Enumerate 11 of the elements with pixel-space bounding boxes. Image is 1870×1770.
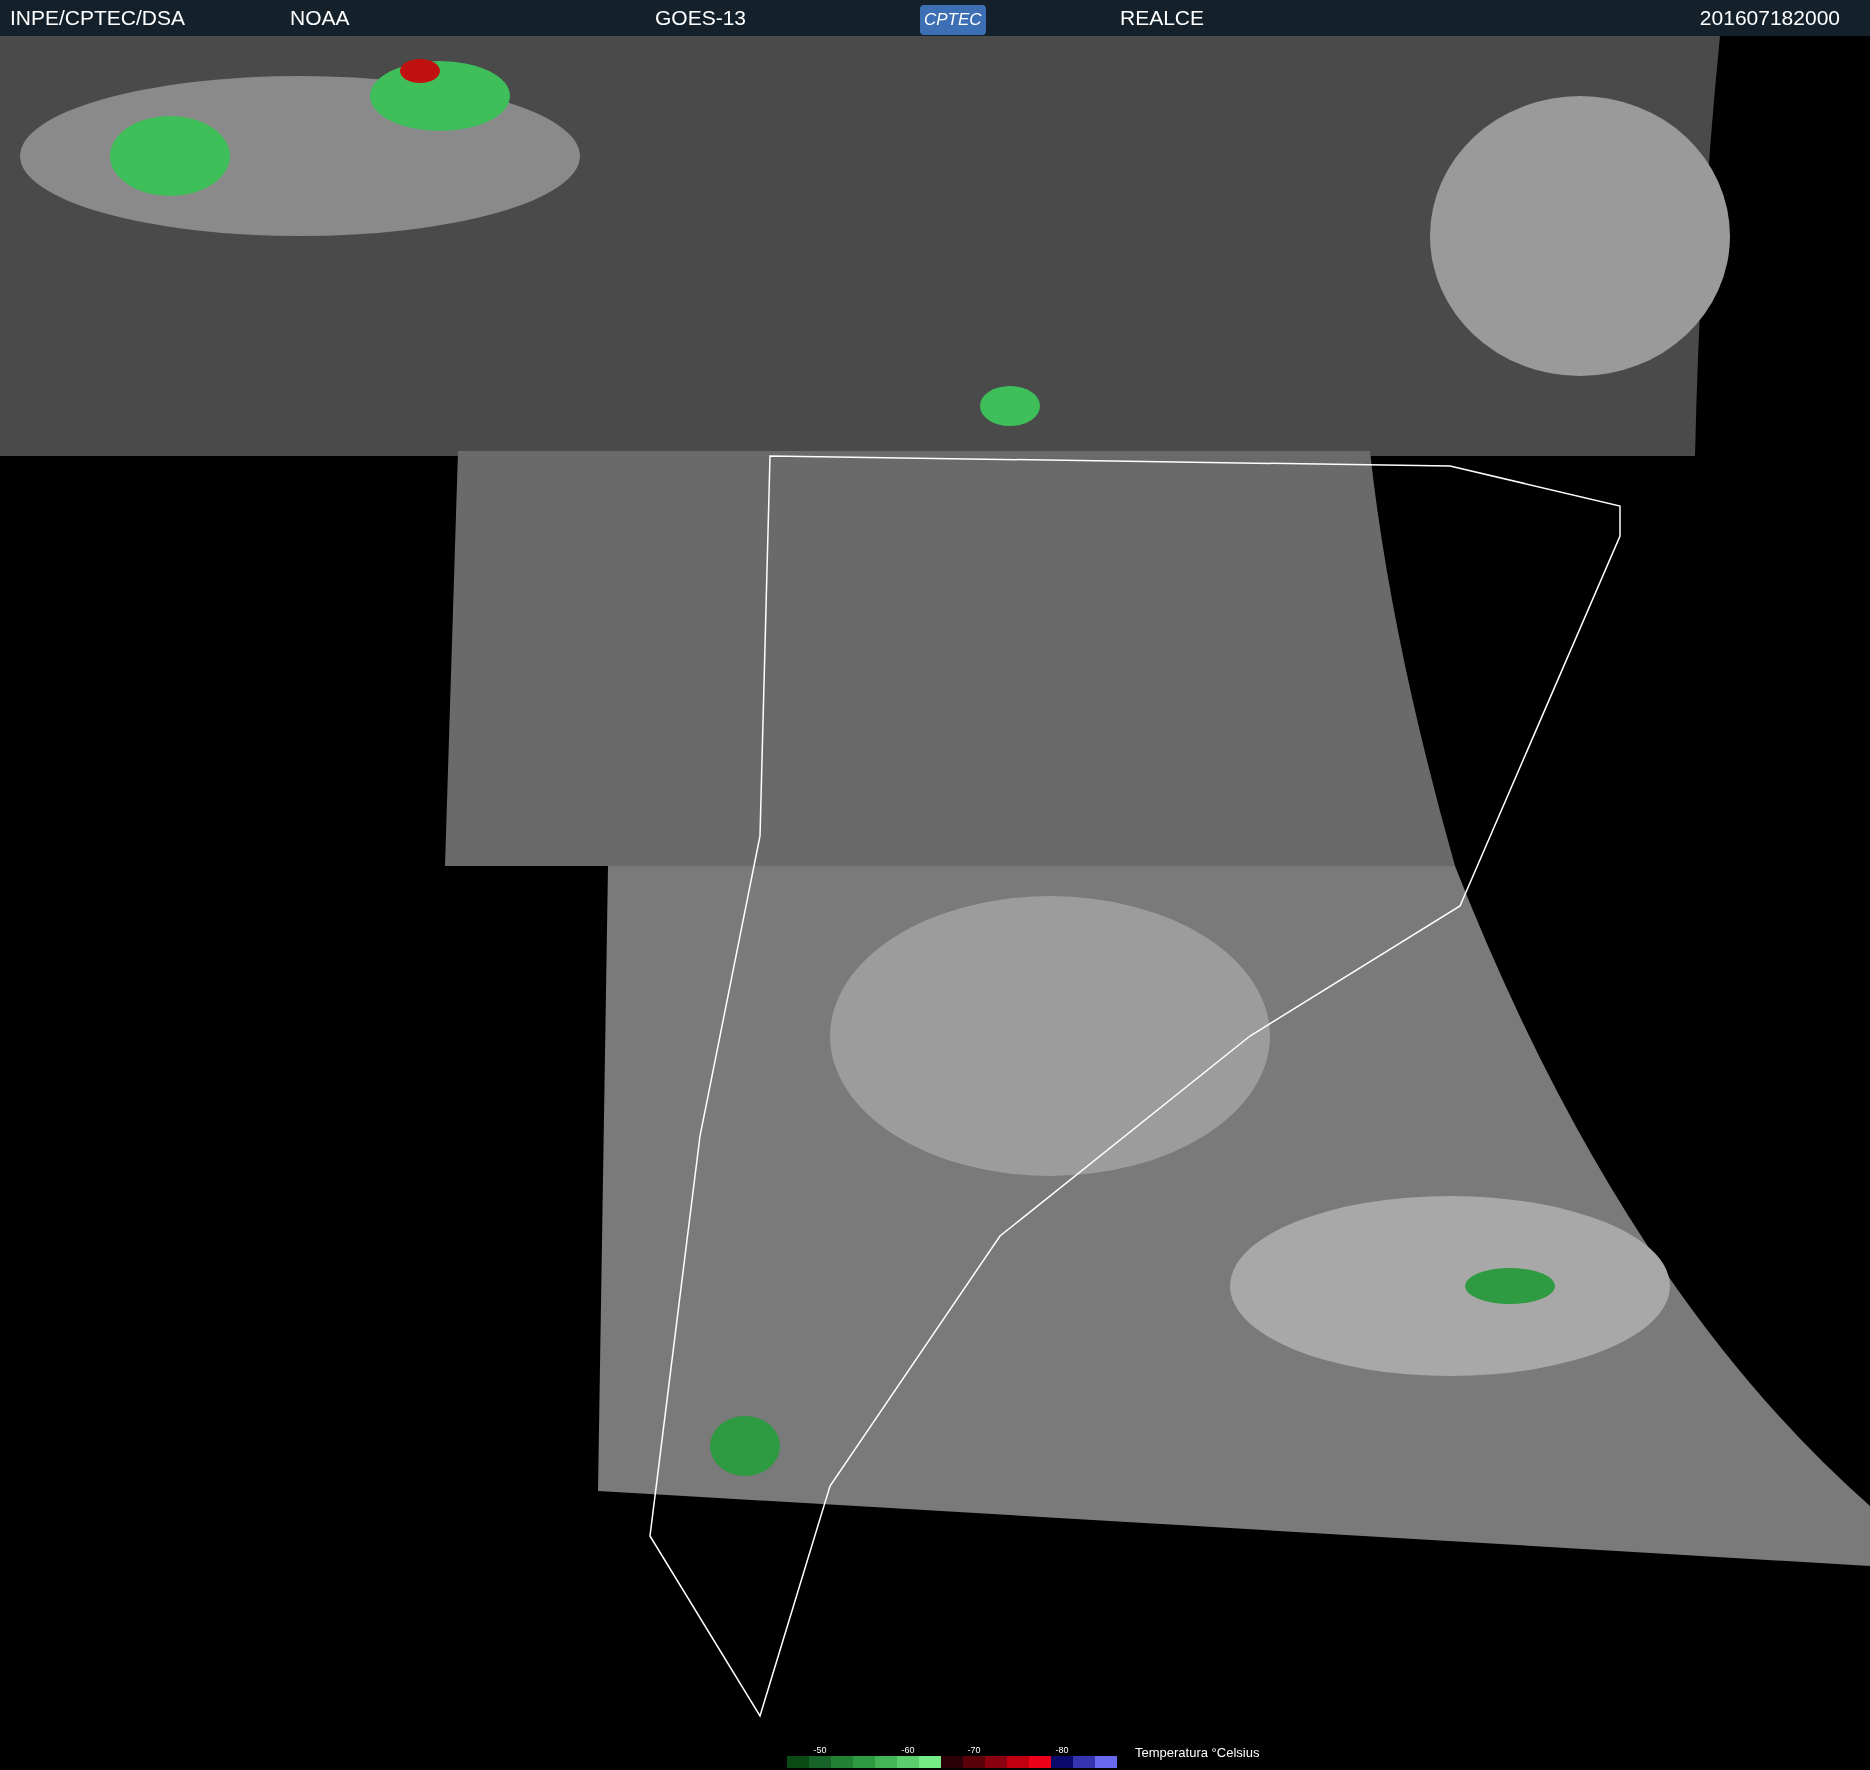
legend-tick-label: -60	[901, 1745, 915, 1756]
header-label: 201607182000	[1699, 6, 1840, 30]
legend-title: Temperatura °Celsius	[1135, 1743, 1260, 1762]
header-label: NOAA	[290, 6, 350, 30]
legend-tick-label: -50	[813, 1745, 827, 1756]
header-label: REALCE	[1120, 6, 1205, 30]
legend-tick-label: -70	[967, 1745, 981, 1756]
header-label: GOES-13	[655, 6, 747, 30]
legend-tick-label: -80	[1055, 1745, 1069, 1756]
header-label: INPE/CPTEC/DSA	[10, 6, 186, 30]
logo: CPTEC	[920, 4, 986, 35]
